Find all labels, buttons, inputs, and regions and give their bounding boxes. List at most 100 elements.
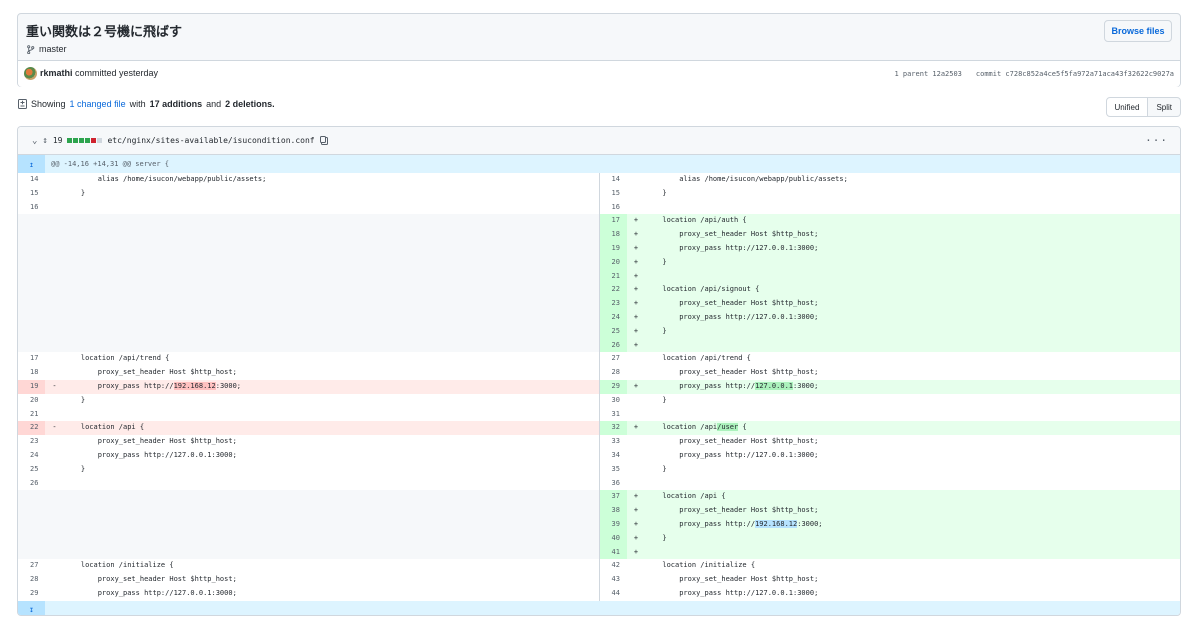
line-number[interactable]: 34 — [600, 449, 627, 463]
line-number[interactable]: 35 — [600, 463, 627, 477]
line-number[interactable]: 16 — [600, 201, 627, 215]
line-number[interactable]: 28 — [18, 573, 45, 587]
diff-summary: Showing 1 changed file with 17 additions… — [18, 99, 275, 109]
line-number[interactable]: 24 — [18, 449, 45, 463]
diff-marker — [627, 173, 646, 187]
line-number[interactable]: 33 — [600, 435, 627, 449]
diff-row: 21 31 — [18, 407, 1180, 422]
line-number[interactable]: 16 — [18, 201, 45, 215]
line-number[interactable]: 36 — [600, 477, 627, 491]
right-line: 41 + — [598, 545, 1181, 560]
code-text: } — [64, 188, 86, 197]
diff-row: 25 } 35 } — [18, 462, 1180, 477]
line-number[interactable]: 20 — [599, 255, 627, 270]
file-options-icon[interactable]: ··· — [1145, 134, 1168, 147]
split-view-button[interactable]: Split — [1148, 97, 1181, 117]
line-number[interactable]: 44 — [600, 587, 627, 601]
code-text: proxy_pass http://192.168.12:3000; — [64, 381, 242, 390]
code-text: } — [645, 326, 667, 335]
right-line: 14 alias /home/isucon/webapp/public/asse… — [598, 173, 1181, 187]
commit-sha: c728c852a4ce5f5fa972a71aca43f32622c9027a — [1005, 70, 1174, 78]
line-number[interactable]: 17 — [599, 214, 627, 229]
line-number[interactable]: 41 — [599, 545, 627, 560]
line-number[interactable]: 18 — [18, 366, 45, 380]
line-number[interactable]: 14 — [18, 173, 45, 187]
line-number[interactable]: 14 — [600, 173, 627, 187]
code-text: proxy_set_header Host $http_host; — [645, 230, 819, 239]
copy-icon[interactable] — [319, 136, 328, 145]
line-number[interactable]: 24 — [599, 310, 627, 325]
left-line: 25 } — [18, 463, 599, 477]
line-number[interactable]: 15 — [18, 187, 45, 201]
diff-marker — [45, 573, 64, 587]
line-number[interactable]: 43 — [600, 573, 627, 587]
expand-up-icon[interactable]: ↥ — [18, 155, 45, 173]
right-line: 42 location /initialize { — [598, 559, 1181, 574]
right-line: 24 + proxy_pass http://127.0.0.1:3000; — [598, 310, 1180, 325]
diff-body: 14 alias /home/isucon/webapp/public/asse… — [18, 173, 1180, 601]
line-number[interactable]: 37 — [599, 490, 627, 505]
commit-title: 重い関数は２号機に飛ばす — [26, 24, 183, 39]
line-number[interactable]: 20 — [18, 394, 45, 408]
line-number[interactable]: 17 — [18, 352, 45, 366]
diff-row: 17 + location /api/auth { — [18, 214, 1180, 229]
line-number[interactable]: 23 — [599, 297, 627, 311]
line-number[interactable]: 39 — [599, 517, 627, 532]
right-line: 20 + } — [598, 255, 1180, 270]
author-name[interactable]: rkmathi — [40, 68, 73, 78]
diff-marker — [45, 435, 64, 449]
line-number[interactable]: 26 — [599, 338, 627, 353]
line-number[interactable]: 38 — [599, 504, 627, 518]
unified-view-button[interactable]: Unified — [1105, 97, 1149, 117]
file-path[interactable]: etc/nginx/sites-available/isucondition.c… — [107, 136, 314, 145]
left-line — [18, 338, 599, 353]
line-number[interactable]: 15 — [600, 187, 627, 201]
diff-marker: + — [633, 312, 639, 321]
diff-marker: + — [633, 506, 639, 515]
line-number[interactable]: 18 — [599, 228, 627, 242]
left-line — [18, 241, 599, 256]
diff-view-toggle: Unified Split — [1105, 97, 1181, 117]
browse-files-button[interactable]: Browse files — [1104, 20, 1172, 42]
branch-name[interactable]: master — [39, 44, 67, 54]
expand-down-icon[interactable]: ↧ — [18, 600, 45, 615]
code-text: proxy_set_header Host $http_host; — [645, 368, 819, 377]
line-number[interactable]: 32 — [599, 421, 627, 436]
diff-row: 19- proxy_pass http://192.168.12:3000; 29… — [18, 379, 1180, 394]
code-text: proxy_pass http://127.0.0.1:3000; — [64, 450, 237, 459]
line-number[interactable]: 25 — [599, 324, 627, 339]
line-number[interactable]: 28 — [600, 366, 627, 380]
line-number[interactable]: 22 — [599, 283, 627, 298]
line-number[interactable]: 27 — [600, 352, 627, 366]
line-number[interactable]: 22 — [18, 421, 45, 436]
line-number[interactable]: 23 — [18, 435, 45, 449]
avatar[interactable] — [24, 67, 37, 80]
line-number[interactable]: 25 — [18, 463, 45, 477]
diff-marker: + — [633, 423, 639, 432]
chevron-down-icon[interactable]: ⌄ — [32, 136, 37, 146]
line-number[interactable]: 31 — [600, 408, 627, 422]
line-number[interactable]: 40 — [599, 531, 627, 546]
line-number[interactable]: 29 — [599, 379, 627, 394]
code-text: proxy_pass http://127.0.0.1:3000; — [645, 312, 819, 321]
line-number[interactable]: 26 — [18, 477, 45, 491]
line-number[interactable]: 19 — [599, 241, 627, 256]
line-number[interactable]: 21 — [18, 408, 45, 422]
line-number[interactable]: 27 — [18, 559, 45, 573]
branch-info: master — [26, 44, 67, 54]
line-number[interactable]: 30 — [600, 394, 627, 408]
line-number[interactable]: 29 — [18, 587, 45, 601]
right-line: 37 + location /api { — [598, 490, 1180, 505]
unfold-icon[interactable]: ↕ — [42, 136, 47, 146]
diffstat-block — [91, 138, 97, 143]
line-number[interactable]: 42 — [600, 559, 627, 573]
diff-row: 22- location /api {32 + location /api/use… — [18, 421, 1180, 436]
line-number[interactable]: 21 — [599, 269, 627, 284]
line-number[interactable]: 19 — [18, 379, 45, 394]
changed-files-link[interactable]: 1 changed file — [70, 99, 126, 109]
diff-marker — [627, 187, 646, 201]
parent-sha-link[interactable]: 12a2503 — [932, 70, 962, 78]
